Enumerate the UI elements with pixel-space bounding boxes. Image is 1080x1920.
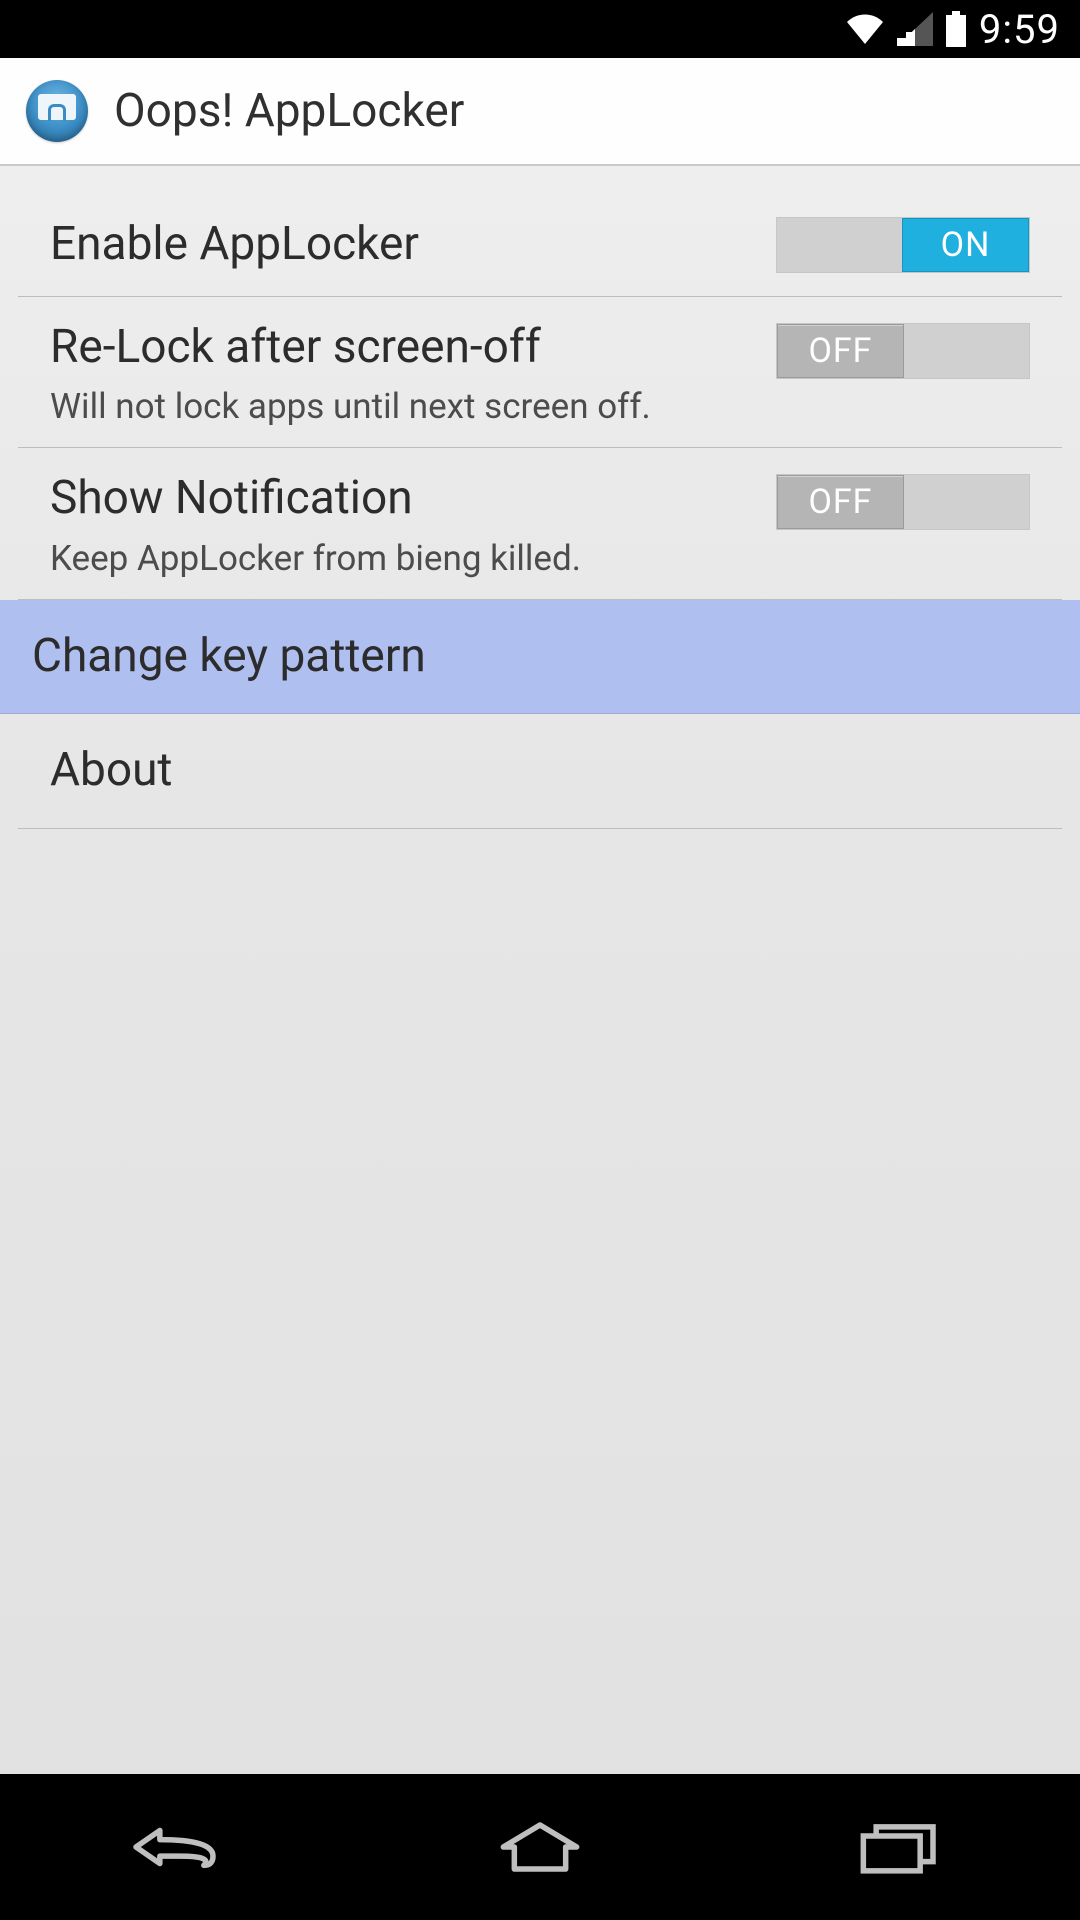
setting-relock-after-screen-off[interactable]: Re-Lock after screen-off Will not lock a… [18, 297, 1062, 449]
toggle-enable-applocker[interactable]: ON [776, 217, 1030, 273]
setting-show-notification[interactable]: Show Notification Keep AppLocker from bi… [18, 448, 1062, 600]
nav-home-button[interactable] [480, 1811, 600, 1883]
setting-title: Re-Lock after screen-off [50, 319, 776, 377]
app-title: Oops! AppLocker [114, 84, 464, 138]
nav-recents-button[interactable] [840, 1811, 960, 1883]
setting-change-key-pattern[interactable]: Change key pattern [0, 600, 1080, 715]
toggle-show-notification[interactable]: OFF [776, 474, 1030, 530]
setting-enable-applocker[interactable]: Enable AppLocker ON [18, 194, 1062, 297]
battery-icon [945, 11, 967, 47]
setting-about[interactable]: About [18, 714, 1062, 829]
settings-list: Enable AppLocker ON Re-Lock after screen… [0, 166, 1080, 1774]
toggle-on-label: ON [941, 225, 991, 265]
status-time: 9:59 [979, 6, 1060, 53]
setting-title: Show Notification [50, 470, 776, 528]
toggle-off-label: OFF [809, 331, 873, 371]
setting-title: Enable AppLocker [50, 216, 776, 274]
setting-subtitle: Keep AppLocker from bieng killed. [50, 538, 776, 579]
nav-back-button[interactable] [120, 1811, 240, 1883]
status-bar: 9:59 [0, 0, 1080, 58]
app-icon [26, 80, 88, 142]
setting-subtitle: Will not lock apps until next screen off… [50, 386, 776, 427]
setting-title: Change key pattern [32, 628, 1048, 686]
navigation-bar [0, 1774, 1080, 1920]
setting-title: About [50, 742, 1030, 800]
cell-signal-icon [897, 12, 933, 46]
action-bar: Oops! AppLocker [0, 58, 1080, 166]
toggle-off-label: OFF [809, 482, 873, 522]
wifi-icon [845, 12, 885, 46]
toggle-relock[interactable]: OFF [776, 323, 1030, 379]
